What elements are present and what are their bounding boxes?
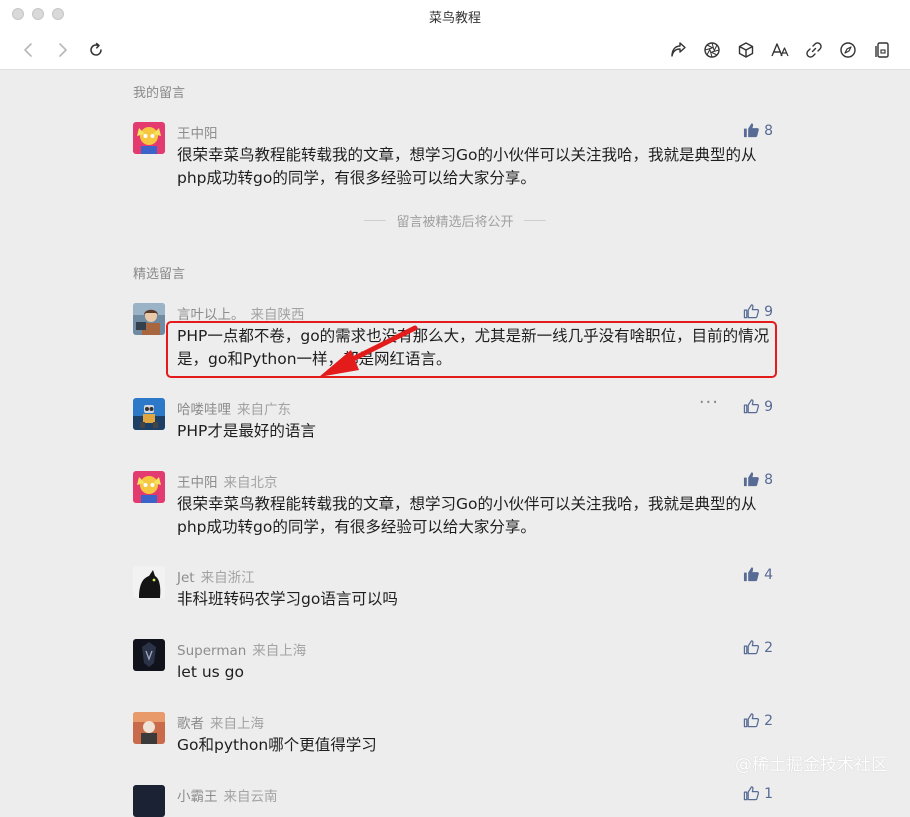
avatar[interactable]: [133, 566, 165, 598]
divider-note-text: 留言被精选后将公开: [396, 214, 514, 230]
back-button[interactable]: [17, 38, 41, 62]
avatar[interactable]: [133, 471, 165, 503]
comment-location: 来自上海: [210, 716, 264, 732]
divider-line-right: [523, 219, 546, 221]
like-button[interactable]: 8: [743, 471, 773, 488]
like-count: 1: [764, 785, 773, 802]
like-count: 8: [764, 471, 773, 488]
like-button[interactable]: 9: [743, 303, 773, 320]
comment-text: let us go: [177, 663, 244, 681]
like-count: 9: [764, 303, 773, 320]
comment-meta: Superman 来自上海: [177, 639, 306, 659]
comment-author[interactable]: Jet: [177, 570, 195, 586]
like-count: 2: [764, 712, 773, 729]
link-icon: [806, 42, 822, 58]
like-button[interactable]: 4: [743, 566, 773, 583]
comment-meta: 言叶以上。 来自陕西: [177, 303, 305, 323]
refresh-button[interactable]: [84, 38, 108, 62]
font-size-icon: [771, 43, 789, 57]
refresh-icon: [90, 42, 102, 56]
comment-meta: Jet 来自浙江: [177, 566, 255, 586]
avatar[interactable]: [133, 639, 165, 671]
thumbs-up-filled-icon: [744, 123, 759, 138]
more-options-icon[interactable]: ···: [699, 392, 719, 413]
library-icon: [875, 42, 889, 58]
thumbs-up-icon: [743, 399, 760, 414]
comment-location: 来自北京: [223, 475, 278, 491]
forward-icon: [59, 43, 67, 57]
like-count: 9: [764, 398, 773, 415]
title-bar: 菜鸟教程: [0, 0, 910, 70]
watermark: @稀土掘金技术社区: [735, 755, 888, 775]
comment-text: 很荣幸菜鸟教程能转载我的文章，想学习Go的小伙伴可以关注我哈，我就是典型的从ph…: [177, 146, 757, 187]
comment-text: PHP才是最好的语言: [177, 422, 316, 440]
forward-button[interactable]: [50, 38, 74, 62]
thumbs-up-icon: [743, 786, 760, 801]
comment-text: 非科班转码农学习go语言可以吗: [177, 590, 398, 608]
divider-line-left: [364, 219, 387, 221]
like-button[interactable]: 2: [743, 712, 773, 729]
comment-location: 来自浙江: [200, 570, 255, 586]
share-icon: [671, 42, 686, 57]
thumbs-up-icon: [743, 713, 760, 728]
avatar[interactable]: [133, 303, 165, 335]
cube-icon: [738, 42, 754, 58]
avatar[interactable]: [133, 785, 165, 817]
comment-location: 来自广东: [237, 402, 291, 418]
window-title: 菜鸟教程: [428, 11, 481, 26]
thumbs-up-filled-icon: [744, 472, 759, 487]
comment-author[interactable]: Superman: [177, 643, 246, 659]
comment-meta: 王中阳: [177, 122, 218, 142]
comment-author[interactable]: 王中阳: [177, 475, 218, 491]
avatar[interactable]: [133, 712, 165, 744]
like-button[interactable]: 8: [743, 122, 773, 139]
aperture-icon: [704, 42, 720, 58]
avatar[interactable]: [133, 398, 165, 430]
font-size-button[interactable]: [768, 38, 792, 62]
thumbs-up-filled-icon: [744, 567, 759, 582]
comment-author[interactable]: 小霸王: [177, 789, 218, 805]
comment-author[interactable]: 歌者: [177, 716, 204, 732]
comment-author[interactable]: 哈喽哇哩: [177, 402, 231, 418]
comment-meta: 王中阳 来自北京: [177, 471, 278, 491]
comment-meta: 哈喽哇哩 来自广东: [177, 398, 291, 418]
like-button[interactable]: 9: [743, 398, 773, 415]
avatar[interactable]: [133, 122, 165, 154]
compass-icon: [840, 42, 856, 58]
highlight-box: [166, 321, 777, 378]
like-count: 4: [764, 566, 773, 583]
share-button[interactable]: [666, 38, 690, 62]
featured-comments-title: 精选留言: [133, 267, 186, 282]
divider-note: 留言被精选后将公开: [0, 212, 910, 230]
comment-location: 来自云南: [223, 789, 278, 805]
comment-text: Go和python哪个更值得学习: [177, 736, 377, 754]
thumbs-up-icon: [743, 640, 760, 655]
aperture-button[interactable]: [700, 38, 724, 62]
comment-location: 来自上海: [252, 643, 307, 659]
link-button[interactable]: [802, 38, 826, 62]
cube-button[interactable]: [734, 38, 758, 62]
comment-text: 很荣幸菜鸟教程能转载我的文章，想学习Go的小伙伴可以关注我哈，我就是典型的从ph…: [177, 495, 757, 536]
like-button[interactable]: 2: [743, 639, 773, 656]
comment-meta: 歌者 来自上海: [177, 712, 264, 732]
compass-button[interactable]: [836, 38, 860, 62]
comments-page: 我的留言 王中阳 很荣幸菜鸟教程能转载我的文章，想学习Go的小伙伴可以关注我哈，…: [0, 70, 910, 817]
like-count: 2: [764, 639, 773, 656]
my-comments-title: 我的留言: [133, 86, 186, 101]
like-button[interactable]: 1: [743, 785, 773, 802]
thumbs-up-icon: [743, 304, 760, 319]
comment-author[interactable]: 王中阳: [177, 126, 218, 142]
comment-meta: 小霸王 来自云南: [177, 785, 278, 805]
back-icon: [24, 43, 32, 57]
annotation-arrow-icon: [319, 325, 418, 377]
library-button[interactable]: [870, 38, 894, 62]
like-count: 8: [764, 122, 773, 139]
